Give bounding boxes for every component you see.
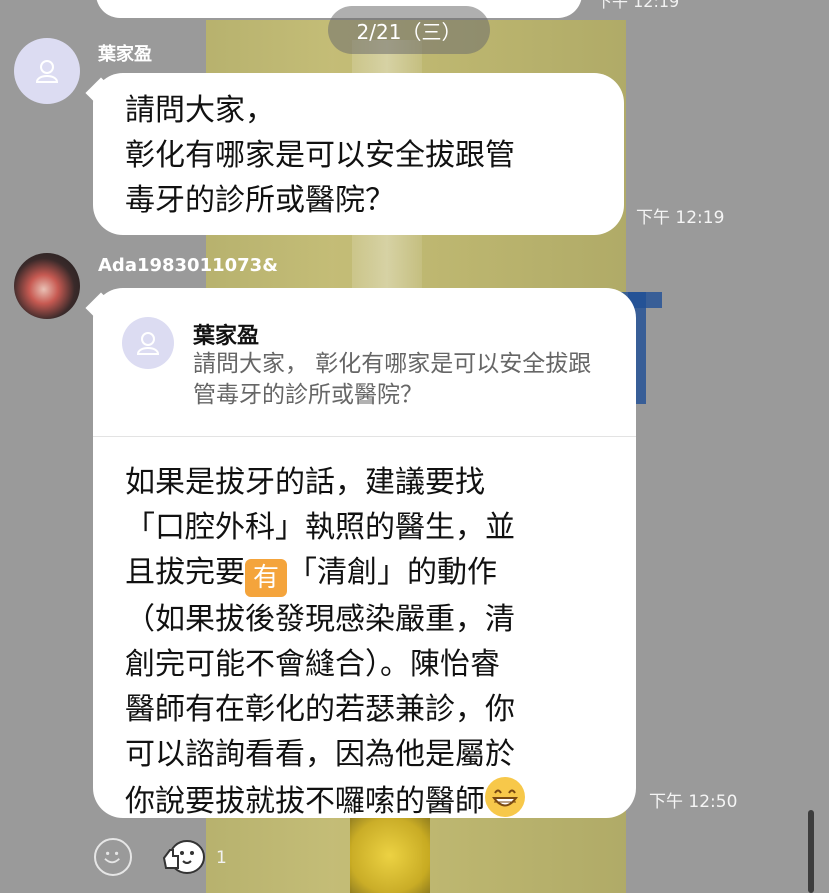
reply-divider	[93, 436, 636, 437]
reply-avatar	[122, 317, 174, 369]
background-bottle	[350, 818, 430, 893]
person-icon	[35, 60, 59, 83]
grinning-emoji-icon	[485, 777, 525, 817]
reaction-count: 1	[216, 848, 227, 868]
sender-avatar[interactable]	[14, 253, 80, 319]
message-time: 下午 12:19	[636, 208, 725, 228]
person-icon	[136, 332, 160, 355]
sender-name: Ada1983011073&	[98, 255, 278, 276]
reply-sender-name: 葉家盈	[193, 324, 260, 349]
message-bubble[interactable]: 請問大家， 彰化有哪家是可以安全拔跟管 毒牙的診所或醫院？	[93, 73, 624, 235]
previous-message-time: 下午 12:19	[596, 0, 680, 11]
you-emoji-icon: 有	[245, 559, 287, 597]
smiley-reaction-icon[interactable]	[94, 838, 132, 876]
thumbs-up-sticker-icon[interactable]	[160, 836, 206, 878]
message-text: 如果是拔牙的話，建議要找 「口腔外科」執照的醫生，並 且拔完要有「清創」的動作 …	[125, 460, 615, 824]
message-text: 請問大家， 彰化有哪家是可以安全拔跟管 毒牙的診所或醫院？	[125, 93, 515, 218]
message-bubble[interactable]: 葉家盈 請問大家， 彰化有哪家是可以安全拔跟管毒牙的診所或醫院？ 如果是拔牙的話…	[93, 288, 636, 819]
sender-name: 葉家盈	[98, 44, 152, 65]
scrollbar[interactable]	[808, 810, 814, 893]
message-text-part: 「清創」的動作 （如果拔後發現感染嚴重，清 創完可能不會縫合）。陳怡睿 醫師有在…	[125, 555, 515, 819]
reply-quote-text: 請問大家， 彰化有哪家是可以安全拔跟管毒牙的診所或醫院？	[193, 351, 592, 408]
date-divider: 2/21（三）	[328, 6, 490, 54]
sender-avatar[interactable]	[14, 38, 80, 104]
message-time: 下午 12:50	[649, 792, 738, 812]
